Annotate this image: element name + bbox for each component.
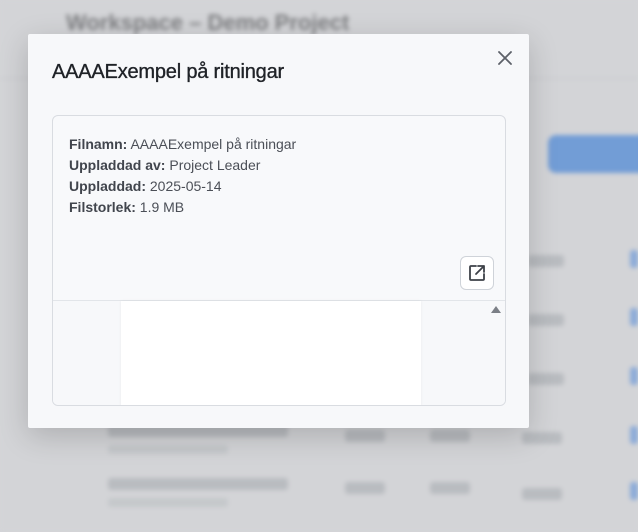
close-icon xyxy=(498,51,512,65)
file-size-label: Filstorlek: xyxy=(69,199,136,215)
background-row xyxy=(430,482,470,494)
background-row xyxy=(345,430,385,442)
background-row xyxy=(108,445,228,454)
uploaded-date-value: 2025-05-14 xyxy=(149,178,222,194)
file-preview-modal: AAAAExempel på ritningar Filnamn: AAAAEx… xyxy=(28,34,529,428)
filename-label: Filnamn: xyxy=(69,136,128,152)
uploaded-by-value: Project Leader xyxy=(169,157,261,173)
filename-value: AAAAExempel på ritningar xyxy=(130,136,297,152)
background-row xyxy=(522,488,562,500)
document-preview-area[interactable] xyxy=(53,300,505,405)
file-size-value: 1.9 MB xyxy=(139,199,185,215)
modal-title: AAAAExempel på ritningar xyxy=(52,61,285,83)
background-row xyxy=(528,373,564,385)
document-page xyxy=(121,301,421,405)
background-row xyxy=(528,255,564,267)
background-row xyxy=(430,430,470,442)
background-row xyxy=(108,478,288,490)
background-row xyxy=(528,314,564,326)
close-button[interactable] xyxy=(494,47,516,69)
file-metadata: Filnamn: AAAAExempel på ritningar Upplad… xyxy=(69,134,296,218)
background-row xyxy=(345,482,385,494)
uploaded-by-label: Uppladdad av: xyxy=(69,157,166,173)
scroll-up-arrow-icon[interactable] xyxy=(491,306,501,313)
background-title: Workspace – Demo Project xyxy=(66,10,350,35)
filename-row: Filnamn: AAAAExempel på ritningar xyxy=(69,134,296,155)
uploaded-by-row: Uppladdad av: Project Leader xyxy=(69,155,296,176)
background-primary-button xyxy=(548,135,638,173)
background-action-edge xyxy=(630,250,638,268)
background-action-edge xyxy=(630,367,638,385)
open-external-icon xyxy=(469,265,485,281)
file-size-row: Filstorlek: 1.9 MB xyxy=(69,197,296,218)
uploaded-date-label: Uppladdad: xyxy=(69,178,146,194)
background-action-edge xyxy=(630,426,638,444)
open-in-new-tab-button[interactable] xyxy=(460,256,494,290)
background-row xyxy=(522,432,562,444)
background-action-edge xyxy=(630,308,638,326)
uploaded-date-row: Uppladdad: 2025-05-14 xyxy=(69,176,296,197)
background-row xyxy=(108,498,228,507)
background-action-edge xyxy=(630,482,638,500)
file-info-card: Filnamn: AAAAExempel på ritningar Upplad… xyxy=(52,115,506,406)
